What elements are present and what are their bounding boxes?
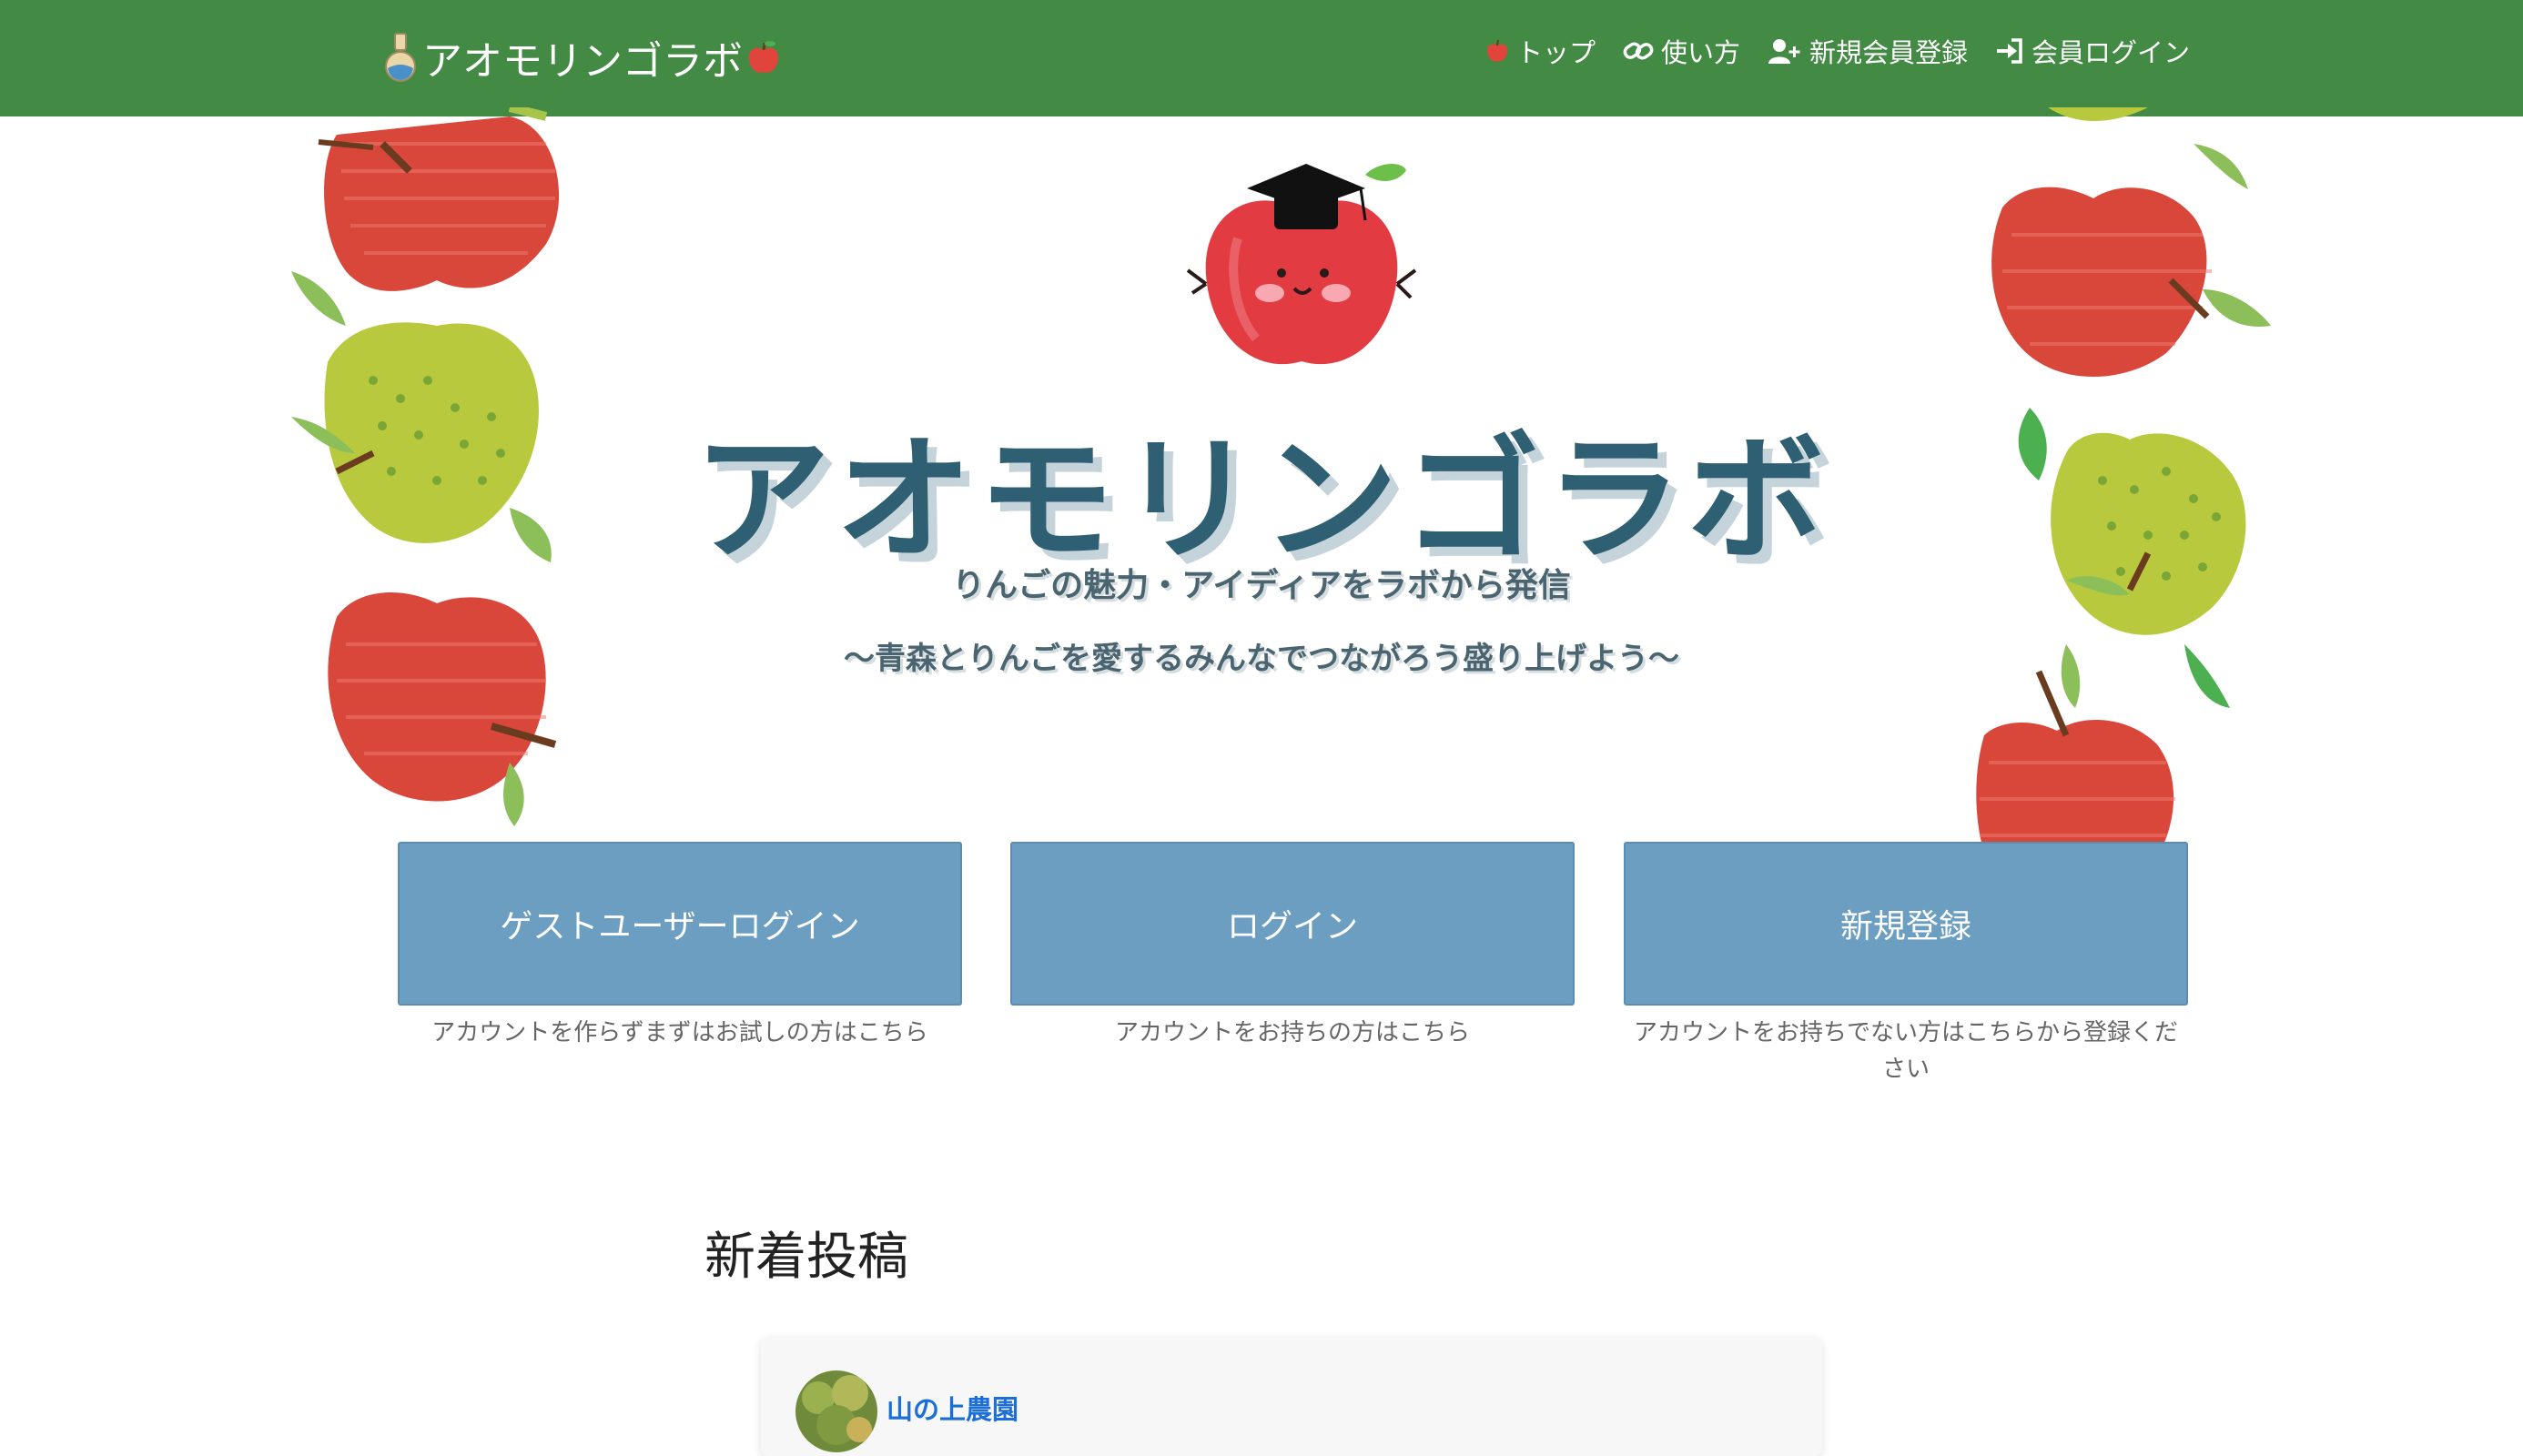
nav-links: トップ 使い方 新規会員登録 会員ログイン xyxy=(1485,27,2190,75)
nav-register[interactable]: 新規会員登録 xyxy=(1768,32,1968,70)
guest-login-note: アカウントを作らずまずはお試しの方はこちら xyxy=(431,1019,928,1046)
brand-link[interactable]: アオモリンゴラボ xyxy=(382,27,781,87)
nav-register-label: 新規会員登録 xyxy=(1809,37,1968,68)
nav-top-label: トップ xyxy=(1515,37,1596,68)
nav-howto[interactable]: 使い方 xyxy=(1623,32,1740,70)
hero-subtitle: りんごの魅力・アイディアをラボから発信 xyxy=(952,567,1571,604)
link-icon xyxy=(1623,37,1654,65)
post-card[interactable]: 山の上農園 xyxy=(761,1338,1822,1456)
nav-howto-label: 使い方 xyxy=(1660,37,1740,68)
sign-in-icon xyxy=(1995,37,2024,65)
post-author-link[interactable]: 山の上農園 xyxy=(887,1389,1018,1427)
avatar[interactable] xyxy=(795,1370,877,1452)
hero-title: アオモリンゴラボ xyxy=(693,421,1829,580)
flask-icon xyxy=(382,32,419,83)
hero: アオモリンゴラボ りんごの魅力・アイディアをラボから発信 〜青森とりんごを愛する… xyxy=(0,107,2523,863)
mascot-apple-icon xyxy=(1186,164,1417,365)
login-button[interactable]: ログイン xyxy=(1010,842,1575,1006)
nav-login-label: 会員ログイン xyxy=(2031,37,2190,68)
register-button[interactable]: 新規登録 xyxy=(1624,842,2188,1006)
guest-login-card: ゲストユーザーログイン アカウントを作らずまずはお試しの方はこちら xyxy=(398,842,962,1051)
navbar: アオモリンゴラボ トップ 使い方 新規会員登録 会員ログイン xyxy=(0,0,2523,116)
nav-top[interactable]: トップ xyxy=(1485,32,1596,70)
user-plus-icon xyxy=(1768,37,1802,65)
new-posts-heading: 新着投稿 xyxy=(704,1228,908,1287)
register-note: アカウントをお持ちでない方はこちらから登録ください xyxy=(1633,1019,2178,1083)
nav-login[interactable]: 会員ログイン xyxy=(1995,32,2190,70)
login-note: アカウントをお持ちの方はこちら xyxy=(1114,1019,1470,1046)
brand-name: アオモリンゴラボ xyxy=(422,38,743,85)
login-card: ログイン アカウントをお持ちの方はこちら xyxy=(1010,842,1575,1051)
hero-catchphrase: 〜青森とりんごを愛するみんなでつながろう盛り上げよう〜 xyxy=(844,641,1679,677)
apple-icon xyxy=(1485,38,1509,64)
register-card: 新規登録 アカウントをお持ちでない方はこちらから登録ください xyxy=(1624,842,2188,1087)
guest-login-button[interactable]: ゲストユーザーログイン xyxy=(398,842,962,1006)
apple-icon xyxy=(746,39,781,76)
